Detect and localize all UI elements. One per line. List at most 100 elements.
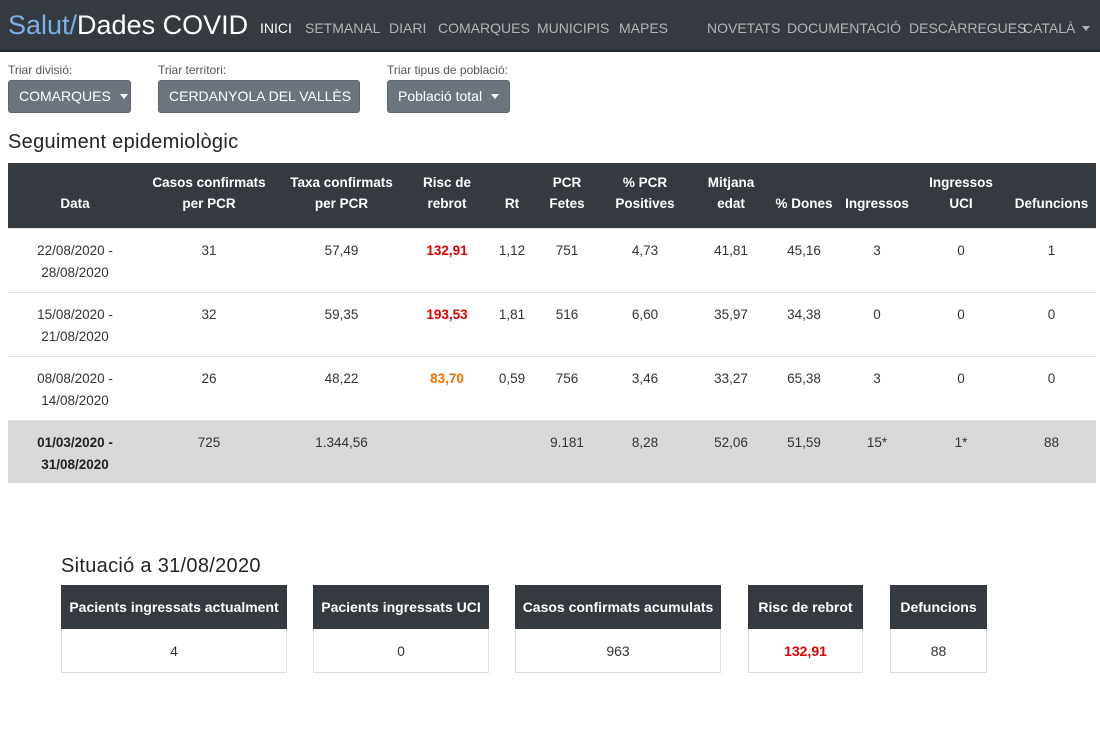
edat-cell: 41,81 bbox=[693, 227, 769, 292]
population-value: Població total bbox=[398, 88, 483, 104]
pct-positives-cell: 4,73 bbox=[597, 227, 693, 292]
casos-cell: 725 bbox=[142, 419, 276, 483]
language-dropdown[interactable]: CATALÀ bbox=[1023, 19, 1091, 37]
nav-item-mapes[interactable]: MAPES bbox=[619, 19, 668, 37]
casos-cell: 26 bbox=[142, 355, 276, 420]
pct-positives-cell: 3,46 bbox=[597, 355, 693, 420]
ingressos-cell: 3 bbox=[839, 227, 915, 292]
date-cell: 15/08/2020 - 21/08/2020 bbox=[8, 291, 142, 356]
rt-cell: 1,12 bbox=[487, 227, 537, 292]
column-header: Rt bbox=[487, 163, 537, 228]
defuncions-cell: 1 bbox=[1007, 227, 1096, 292]
column-header: Casos confirmats per PCR bbox=[142, 163, 276, 228]
uci-cell: 0 bbox=[915, 291, 1007, 356]
column-header: % PCR Positives bbox=[597, 163, 693, 228]
situation-title: Situació a 31/08/2020 bbox=[61, 555, 261, 577]
chevron-down-icon bbox=[491, 93, 500, 99]
ingressos-cell: 3 bbox=[839, 355, 915, 420]
brand-part2: Dades COVID bbox=[77, 10, 249, 40]
pcr-cell: 751 bbox=[537, 227, 597, 292]
risc-cell: 193,53 bbox=[407, 291, 487, 356]
territory-value: CERDANYOLA DEL VALLÈS bbox=[169, 88, 352, 104]
rt-cell: 1,81 bbox=[487, 291, 537, 356]
summary-card: Pacients ingressats UCI 0 bbox=[313, 585, 489, 673]
taxa-cell: 48,22 bbox=[276, 355, 407, 420]
summary-card-value: 0 bbox=[313, 629, 489, 673]
pcr-cell: 516 bbox=[537, 291, 597, 356]
taxa-cell: 57,49 bbox=[276, 227, 407, 292]
summary-card-label: Risc de rebrot bbox=[748, 585, 863, 629]
brand-part1: Salut/ bbox=[8, 10, 78, 40]
dones-cell: 45,16 bbox=[769, 227, 839, 292]
nav-item-documentacio[interactable]: DOCUMENTACIÓ bbox=[787, 19, 901, 37]
pcr-cell: 756 bbox=[537, 355, 597, 420]
territory-dropdown[interactable]: CERDANYOLA DEL VALLÈS bbox=[158, 80, 369, 113]
epidemiological-table: Data Casos confirmats per PCR Taxa confi… bbox=[8, 163, 1096, 483]
nav-item-comarques[interactable]: COMARQUES bbox=[438, 19, 530, 37]
uci-cell: 1* bbox=[915, 419, 1007, 483]
column-header: Defuncions bbox=[1007, 163, 1096, 228]
summary-card-label: Defuncions bbox=[890, 585, 987, 629]
territory-label: Triar territori: bbox=[158, 63, 227, 77]
population-dropdown[interactable]: Població total bbox=[387, 80, 510, 113]
summary-card-value: 88 bbox=[890, 629, 987, 673]
summary-card: Pacients ingressats actualment 4 bbox=[61, 585, 287, 673]
nav-item-inici[interactable]: INICI bbox=[260, 19, 292, 37]
population-label: Triar tipus de població: bbox=[387, 63, 508, 77]
summary-card-value: 963 bbox=[515, 629, 721, 673]
table-row: 22/08/2020 - 28/08/2020 31 57,49 132,91 … bbox=[8, 227, 1096, 292]
edat-cell: 52,06 bbox=[693, 419, 769, 483]
column-header: Data bbox=[8, 163, 142, 228]
defuncions-cell: 0 bbox=[1007, 291, 1096, 356]
column-header: Risc de rebrot bbox=[407, 163, 487, 228]
nav-item-descarregues[interactable]: DESCÀRREGUES bbox=[909, 19, 1026, 37]
brand-logo[interactable]: Salut/Dades COVID bbox=[8, 10, 248, 40]
summary-card: Defuncions 88 bbox=[890, 585, 987, 673]
summary-card: Risc de rebrot 132,91 bbox=[748, 585, 863, 673]
summary-card-value: 132,91 bbox=[748, 629, 863, 673]
rt-cell bbox=[487, 419, 537, 483]
date-cell: 01/03/2020 - 31/08/2020 bbox=[8, 419, 142, 483]
division-label: Triar divisió: bbox=[8, 63, 73, 77]
division-dropdown[interactable]: COMARQUES bbox=[8, 80, 131, 113]
table-row: 08/08/2020 - 14/08/2020 26 48,22 83,70 0… bbox=[8, 355, 1096, 420]
summary-card: Casos confirmats acumulats 963 bbox=[515, 585, 721, 673]
column-header: PCR Fetes bbox=[537, 163, 597, 228]
nav-item-municipis[interactable]: MUNICIPIS bbox=[537, 19, 609, 37]
chevron-down-icon bbox=[119, 93, 128, 99]
dones-cell: 65,38 bbox=[769, 355, 839, 420]
edat-cell: 35,97 bbox=[693, 291, 769, 356]
nav-item-diari[interactable]: DIARI bbox=[389, 19, 426, 37]
risc-cell: 132,91 bbox=[407, 227, 487, 292]
dones-cell: 51,59 bbox=[769, 419, 839, 483]
edat-cell: 33,27 bbox=[693, 355, 769, 420]
summary-card-value: 4 bbox=[61, 629, 287, 673]
column-header: % Dones bbox=[769, 163, 839, 228]
pct-positives-cell: 6,60 bbox=[597, 291, 693, 356]
table-row: 15/08/2020 - 21/08/2020 32 59,35 193,53 … bbox=[8, 291, 1096, 356]
column-header: Mitjana edat bbox=[693, 163, 769, 228]
casos-cell: 32 bbox=[142, 291, 276, 356]
taxa-cell: 59,35 bbox=[276, 291, 407, 356]
risc-cell bbox=[407, 419, 487, 483]
column-header: Ingressos UCI bbox=[915, 163, 1007, 228]
nav-item-setmanal[interactable]: SETMANAL bbox=[305, 19, 380, 37]
ingressos-cell: 15* bbox=[839, 419, 915, 483]
division-value: COMARQUES bbox=[19, 88, 111, 104]
date-cell: 08/08/2020 - 14/08/2020 bbox=[8, 355, 142, 420]
defuncions-cell: 88 bbox=[1007, 419, 1096, 483]
casos-cell: 31 bbox=[142, 227, 276, 292]
defuncions-cell: 0 bbox=[1007, 355, 1096, 420]
table-header-row: Data Casos confirmats per PCR Taxa confi… bbox=[8, 163, 1096, 228]
pct-positives-cell: 8,28 bbox=[597, 419, 693, 483]
date-cell: 22/08/2020 - 28/08/2020 bbox=[8, 227, 142, 292]
section-title: Seguiment epidemiològic bbox=[8, 131, 239, 153]
navbar: Salut/Dades COVID INICI SETMANAL DIARI C… bbox=[0, 0, 1100, 52]
nav-item-novetats[interactable]: NOVETATS bbox=[707, 19, 780, 37]
uci-cell: 0 bbox=[915, 227, 1007, 292]
taxa-cell: 1.344,56 bbox=[276, 419, 407, 483]
uci-cell: 0 bbox=[915, 355, 1007, 420]
summary-card-label: Casos confirmats acumulats bbox=[515, 585, 721, 629]
ingressos-cell: 0 bbox=[839, 291, 915, 356]
summary-card-label: Pacients ingressats UCI bbox=[313, 585, 489, 629]
